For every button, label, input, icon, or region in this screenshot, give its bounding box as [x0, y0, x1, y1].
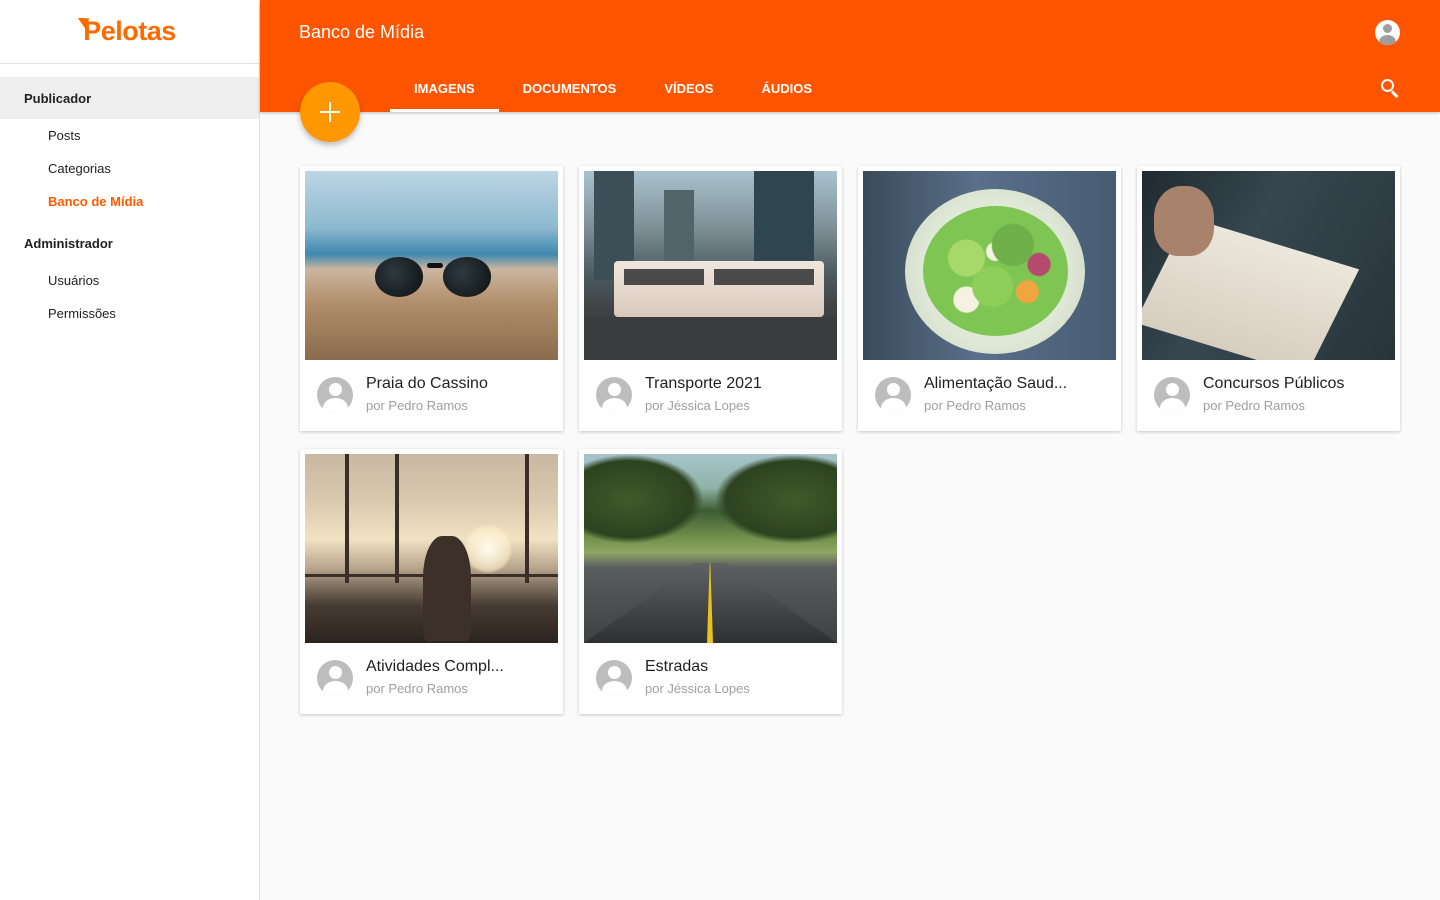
media-grid: Praia do Cassino por Pedro Ramos Transpo… [300, 166, 1401, 714]
person-lifting [423, 536, 471, 641]
media-title: Estradas [645, 658, 709, 675]
tree-road-image [584, 454, 837, 643]
media-card[interactable]: Alimentação Saud... por Pedro Ramos [858, 166, 1121, 431]
bus [614, 261, 824, 317]
sun [463, 524, 513, 574]
tab-documentos[interactable]: DOCUMENTOS [499, 64, 641, 112]
sidebar-item-usuarios[interactable]: Usuários [0, 264, 259, 297]
media-author: por Pedro Ramos [366, 398, 468, 413]
media-card[interactable]: Praia do Cassino por Pedro Ramos [300, 166, 563, 431]
avatar-body [1379, 35, 1396, 45]
media-author: por Pedro Ramos [924, 398, 1026, 413]
tab-imagens[interactable]: IMAGENS [390, 64, 499, 112]
sunglasses-bridge [427, 263, 443, 268]
card-footer: Alimentação Saud... por Pedro Ramos [863, 360, 1116, 426]
city-bus-image [584, 171, 837, 360]
sidebar-item-permissoes[interactable]: Permissões [0, 297, 259, 330]
sidebar-item-categorias[interactable]: Categorias [0, 152, 259, 185]
road [584, 316, 837, 360]
card-footer: Transporte 2021 por Jéssica Lopes [584, 360, 837, 426]
sidebar-section-publicador[interactable]: Publicador [0, 77, 259, 119]
palm-tree [345, 454, 349, 583]
sunglasses-lens [375, 257, 423, 297]
media-title: Atividades Compl... [366, 658, 504, 675]
pelotas-logo[interactable]: Pelotas [78, 12, 176, 47]
search-icon[interactable] [1380, 78, 1400, 98]
app-bar: Banco de Mídia IMAGENS DOCUMENTOS VÍDEOS… [260, 0, 1440, 112]
media-author: por Pedro Ramos [366, 681, 468, 696]
media-title: Transporte 2021 [645, 375, 762, 392]
tree-canopy [714, 454, 837, 544]
plus-icon-v [329, 102, 331, 122]
tab-videos[interactable]: VÍDEOS [640, 64, 737, 112]
search-handle [1391, 90, 1399, 98]
sidebar: Pelotas Publicador Posts Categorias Banc… [0, 0, 260, 900]
sunglasses-lens [443, 257, 491, 297]
palm-tree [395, 454, 399, 583]
salad [923, 206, 1068, 336]
beach-sunglasses-image [305, 171, 558, 360]
media-author: por Pedro Ramos [1203, 398, 1305, 413]
media-title: Alimentação Saud... [924, 375, 1068, 392]
outdoor-gym-image [305, 454, 558, 643]
palm-tree [525, 454, 529, 583]
tree-canopy [584, 454, 704, 544]
media-card[interactable]: Concursos Públicos por Pedro Ramos [1137, 166, 1400, 431]
tab-audios[interactable]: ÁUDIOS [737, 64, 836, 112]
media-author: por Jéssica Lopes [645, 681, 750, 696]
media-card[interactable]: Transporte 2021 por Jéssica Lopes [579, 166, 842, 431]
logo-area: Pelotas [0, 0, 259, 64]
author-avatar-icon [317, 660, 353, 696]
media-title: Concursos Públicos [1203, 375, 1345, 392]
author-avatar-icon [875, 377, 911, 413]
card-footer: Estradas por Jéssica Lopes [584, 643, 837, 709]
card-footer: Praia do Cassino por Pedro Ramos [305, 360, 558, 426]
page-title: Banco de Mídia [299, 22, 425, 42]
author-avatar-icon [596, 660, 632, 696]
media-card[interactable]: Estradas por Jéssica Lopes [579, 449, 842, 714]
salad-bowl-image [863, 171, 1116, 360]
author-avatar-icon [596, 377, 632, 413]
add-media-button[interactable] [300, 82, 360, 142]
sidebar-section-administrador[interactable]: Administrador [0, 222, 259, 264]
author-avatar-icon [1154, 377, 1190, 413]
card-footer: Concursos Públicos por Pedro Ramos [1142, 360, 1395, 426]
author-avatar-icon [317, 377, 353, 413]
avatar-head [1383, 24, 1392, 33]
sidebar-item-banco-de-midia[interactable]: Banco de Mídia [0, 185, 259, 218]
media-card[interactable]: Atividades Compl... por Pedro Ramos [300, 449, 563, 714]
media-author: por Jéssica Lopes [645, 398, 750, 413]
hand [1154, 186, 1214, 256]
media-tabs: IMAGENS DOCUMENTOS VÍDEOS ÁUDIOS [390, 64, 836, 112]
logo-text: Pelotas [83, 16, 176, 46]
media-title: Praia do Cassino [366, 375, 488, 392]
notebook-writing-image [1142, 171, 1395, 360]
card-footer: Atividades Compl... por Pedro Ramos [305, 643, 558, 709]
sidebar-item-posts[interactable]: Posts [0, 119, 259, 152]
account-avatar-icon[interactable] [1375, 20, 1400, 45]
